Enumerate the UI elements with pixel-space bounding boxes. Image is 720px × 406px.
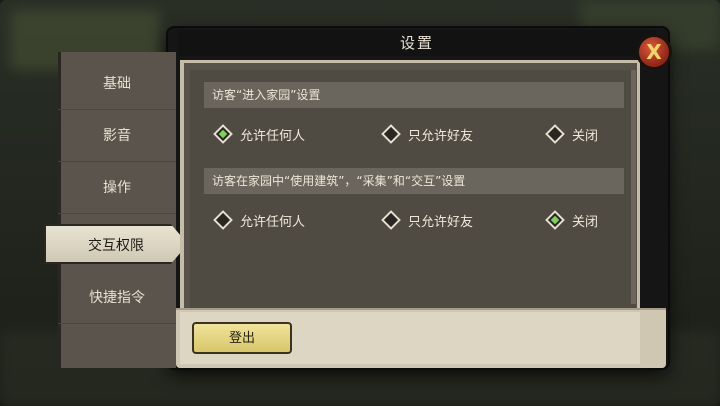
radio-unselected-icon bbox=[213, 210, 233, 230]
radio-use-anyone[interactable]: 允许任何人 bbox=[212, 208, 305, 232]
section-header-use-buildings: 访客在家园中“使用建筑”，“采集”和“交互”设置 bbox=[204, 168, 624, 194]
radio-use-closed[interactable]: 关闭 bbox=[544, 208, 598, 232]
section-header-enter-home: 访客“进入家园”设置 bbox=[204, 82, 624, 108]
tab-controls[interactable]: 操作 bbox=[58, 162, 176, 214]
radio-enter-friends-only[interactable]: 只允许好友 bbox=[380, 122, 473, 146]
logout-button[interactable]: 登出 bbox=[192, 322, 292, 354]
radio-label: 只允许好友 bbox=[408, 128, 474, 144]
radio-selected-icon bbox=[545, 210, 565, 230]
radio-label: 只允许好友 bbox=[408, 214, 474, 230]
radio-label: 允许任何人 bbox=[240, 214, 306, 230]
radio-label: 关闭 bbox=[572, 128, 599, 144]
close-icon[interactable]: X bbox=[636, 34, 672, 70]
dialog-title: 设置 bbox=[178, 30, 656, 56]
tab-interaction-permissions[interactable]: 交互权限 bbox=[44, 224, 188, 264]
radio-enter-closed[interactable]: 关闭 bbox=[544, 122, 598, 146]
tab-audio-video[interactable]: 影音 bbox=[58, 110, 176, 162]
radio-unselected-icon bbox=[545, 124, 565, 144]
radio-selected-icon bbox=[213, 124, 233, 144]
radio-label: 关闭 bbox=[572, 214, 599, 230]
scrollbar[interactable] bbox=[631, 70, 636, 304]
radio-unselected-icon bbox=[381, 210, 401, 230]
radio-label: 允许任何人 bbox=[240, 128, 306, 144]
tab-basic[interactable]: 基础 bbox=[58, 58, 176, 110]
tab-shortcuts[interactable]: 快捷指令 bbox=[58, 272, 176, 324]
radio-enter-anyone[interactable]: 允许任何人 bbox=[212, 122, 305, 146]
radio-use-friends-only[interactable]: 只允许好友 bbox=[380, 208, 473, 232]
radio-unselected-icon bbox=[381, 124, 401, 144]
